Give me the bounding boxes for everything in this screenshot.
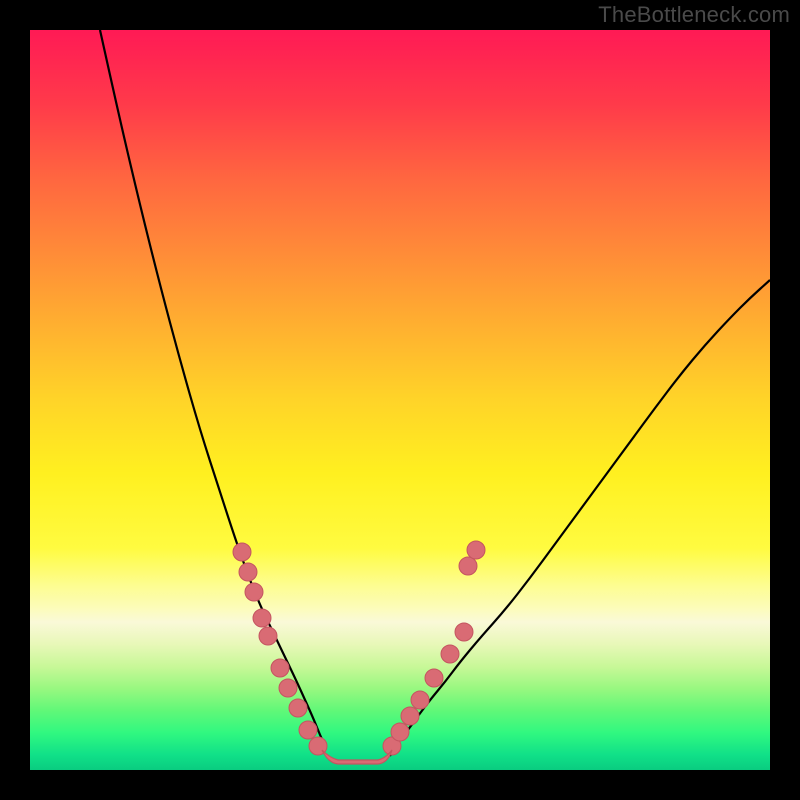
- plot-frame: [30, 30, 770, 770]
- scatter-point: [411, 691, 429, 709]
- scatter-point: [455, 623, 473, 641]
- scatter-point: [391, 723, 409, 741]
- valley-floor-marker: [322, 750, 392, 764]
- scatter-point: [441, 645, 459, 663]
- scatter-point: [245, 583, 263, 601]
- scatter-point: [299, 721, 317, 739]
- watermark-text: TheBottleneck.com: [598, 2, 790, 28]
- chart-svg: [30, 30, 770, 770]
- scatter-point: [425, 669, 443, 687]
- curve-right-branch: [390, 280, 770, 756]
- scatter-point: [271, 659, 289, 677]
- scatter-point: [239, 563, 257, 581]
- scatter-point: [289, 699, 307, 717]
- scatter-point: [401, 707, 419, 725]
- scatter-point: [467, 541, 485, 559]
- curve-left-branch: [100, 30, 326, 748]
- scatter-point: [233, 543, 251, 561]
- scatter-point: [259, 627, 277, 645]
- scatter-point: [253, 609, 271, 627]
- scatter-point: [279, 679, 297, 697]
- scatter-point: [459, 557, 477, 575]
- scatter-points: [233, 541, 485, 755]
